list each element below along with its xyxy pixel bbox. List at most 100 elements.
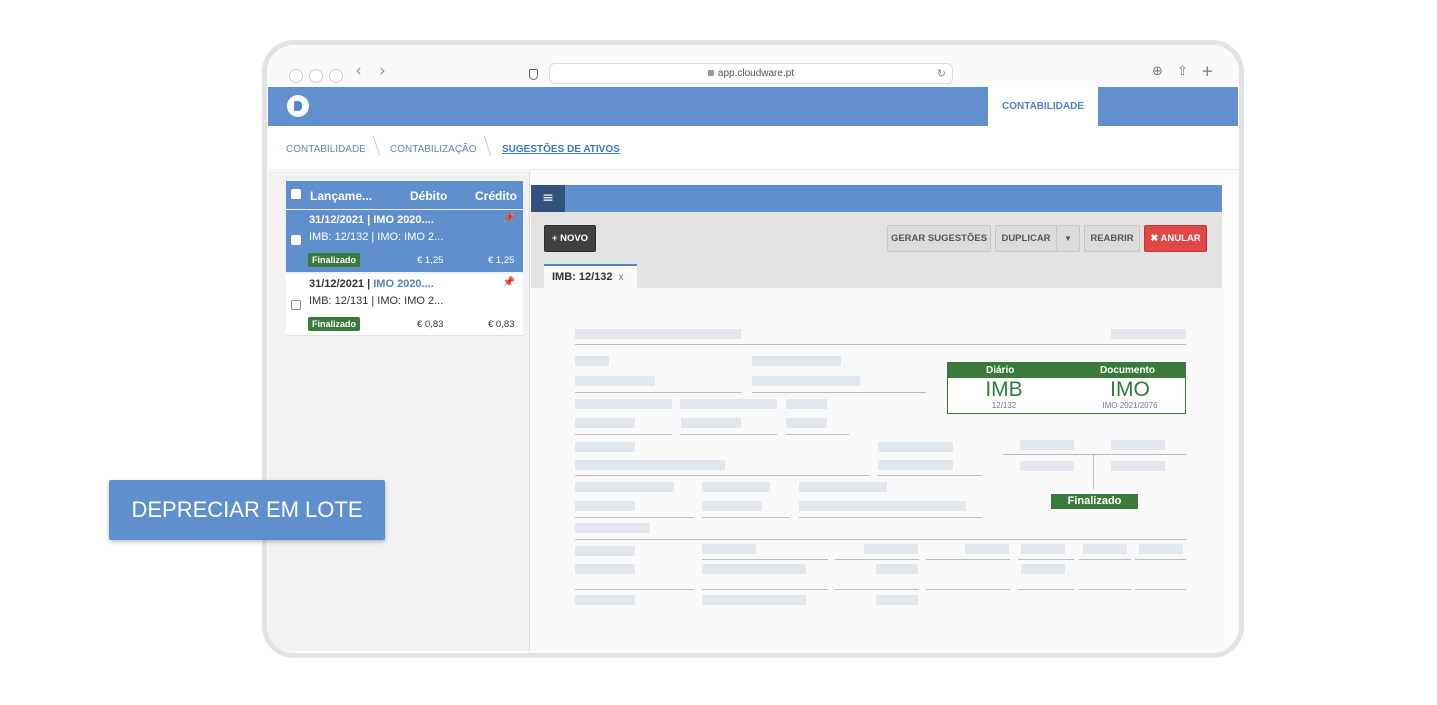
column-header-debit[interactable]: Débito [410,189,447,203]
journal-label: Diário [986,365,1015,376]
breadcrumb: CONTABILIDADE CONTABILIZAÇÃO SUGESTÕES D… [268,126,1238,170]
entry-credit: € 0,83 [488,319,515,330]
placeholder-field [1111,329,1186,339]
divider [680,434,777,435]
entry-credit: € 1,25 [488,255,515,266]
pin-icon[interactable]: 📌 [503,277,515,288]
divider [1135,589,1186,590]
divider [575,434,672,435]
placeholder-field [575,595,635,605]
divider [702,589,828,590]
reload-icon[interactable]: ↻ [937,67,946,80]
placeholder-field [786,418,827,428]
journal-number: 12/132 [991,401,1017,410]
placeholder-field [752,376,860,386]
duplicate-button[interactable]: DUPLICAR [995,225,1057,252]
placeholder-field [702,544,756,554]
placeholder-field [1111,461,1165,471]
entry-debit: € 1,25 [417,255,444,266]
placeholder-field [575,482,674,492]
window-close-button[interactable] [289,69,303,83]
breadcrumb-separator [365,136,381,156]
entries-list-panel: Lançame... Débito Crédito 31/12/2021 | I… [268,171,530,651]
url-text: app.cloudware.pt [550,68,952,79]
placeholder-field [876,564,918,574]
entry-title: 31/12/2021 | IMO 2020.... [309,278,434,290]
placeholder-field [1021,564,1065,574]
placeholder-field [575,399,672,409]
list-header: Lançame... Débito Crédito [286,181,523,209]
column-header-entry[interactable]: Lançame... [310,189,372,203]
reopen-button[interactable]: REABRIR [1084,225,1140,252]
document-code: IMO [1110,378,1150,401]
divider [702,517,789,518]
placeholder-field [1021,544,1065,554]
list-item[interactable]: 31/12/2021 | IMO 2020.... 📌 IMB: 12/132 … [286,210,523,272]
generate-suggestions-button[interactable]: GERAR SUGESTÕES [887,225,991,252]
divider [1079,589,1131,590]
placeholder-field [575,376,655,386]
download-icon[interactable]: ⊕ [1152,64,1163,79]
select-all-checkbox[interactable] [291,189,301,199]
back-arrow-icon[interactable]: ‹ [355,61,362,81]
entry-date: 31/12/2021 | [309,278,374,290]
divider [799,517,982,518]
address-bar[interactable]: app.cloudware.pt ↻ [549,63,953,84]
journal-document-header: Diário Documento [948,363,1185,378]
placeholder-field [575,546,635,556]
browser-toolbar: ‹ › app.cloudware.pt ↻ ⊕ ⇧ + [267,45,1239,87]
document-label: Documento [1100,365,1155,376]
placeholder-field [799,501,966,511]
placeholder-field [575,329,741,339]
placeholder-field [702,564,806,574]
entry-document-link[interactable]: IMO 2020.... [373,278,434,290]
cancel-document-button[interactable]: ✖ ANULAR [1144,225,1207,252]
entry-checkbox[interactable] [291,235,301,245]
placeholder-field [575,523,650,533]
placeholder-field [786,399,827,409]
placeholder-field [681,418,741,428]
divider [575,517,694,518]
divider [575,589,694,590]
document-panel: ≡ + NOVO GERAR SUGESTÕES DUPLICAR ▼ REAB… [531,185,1222,651]
close-tab-icon[interactable]: x [619,272,624,283]
breadcrumb-contabilidade[interactable]: CONTABILIDADE [286,144,366,155]
entry-subtitle: IMB: 12/132 | IMO: IMO 2... [309,231,444,243]
placeholder-field [575,501,635,511]
forward-arrow-icon[interactable]: › [379,61,386,81]
duplicate-dropdown-button[interactable]: ▼ [1056,225,1080,252]
status-badge: Finalizado [308,317,361,331]
placeholder-field [680,399,777,409]
placeholder-field [575,564,635,574]
cloudware-logo[interactable] [287,95,309,117]
new-tab-icon[interactable]: + [1201,62,1214,80]
tab-document[interactable]: IMB: 12/132 x [544,264,637,288]
divider [835,589,919,590]
privacy-shield-icon[interactable] [529,69,538,80]
share-icon[interactable]: ⇧ [1177,64,1188,79]
tab-contabilidade[interactable]: CONTABILIDADE [988,87,1098,126]
breadcrumb-sugestoes-de-ativos[interactable]: SUGESTÕES DE ATIVOS [502,144,620,155]
lock-icon [707,70,714,76]
entry-checkbox[interactable] [291,300,301,310]
pin-icon[interactable]: 📌 [503,213,515,224]
new-button[interactable]: + NOVO [544,225,596,252]
list-item[interactable]: 31/12/2021 | IMO 2020.... 📌 IMB: 12/131 … [286,274,523,336]
breadcrumb-contabilizacao[interactable]: CONTABILIZAÇÃO [390,144,477,155]
journal-code: IMB [985,378,1023,401]
placeholder-field [575,356,609,366]
depreciate-batch-button[interactable]: DEPRECIAR EM LOTE [109,480,385,540]
entry-subtitle: IMB: 12/131 | IMO: IMO 2... [309,295,444,307]
window-zoom-button[interactable] [329,69,343,83]
menu-icon[interactable]: ≡ [531,185,565,212]
document-status-badge: Finalizado [1051,494,1138,509]
placeholder-field [864,544,918,554]
window-minimize-button[interactable] [309,69,323,83]
placeholder-field [575,442,635,452]
placeholder-field [702,595,806,605]
placeholder-field [575,418,635,428]
placeholder-field [1111,440,1165,450]
column-header-credit[interactable]: Crédito [475,189,517,203]
divider [786,434,849,435]
divider [752,392,926,393]
